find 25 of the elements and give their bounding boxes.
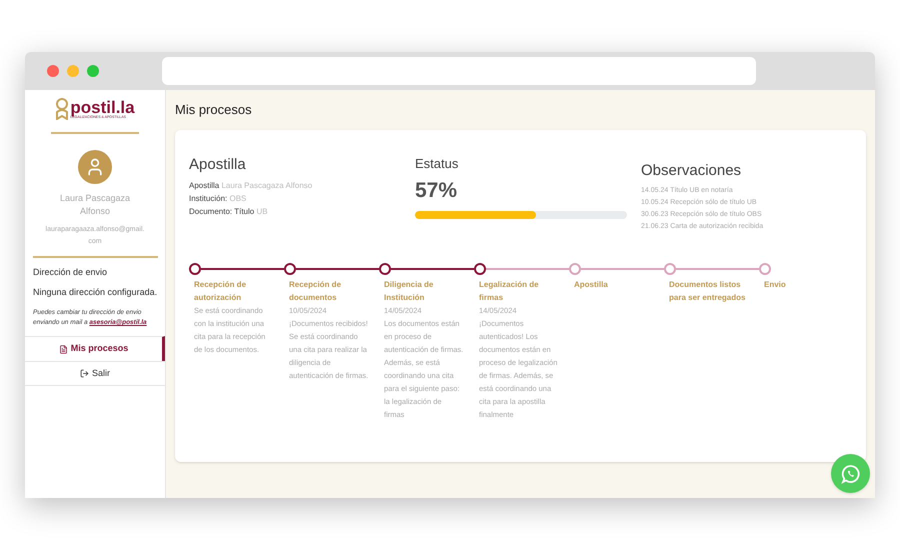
step-title: Diligencia de Institución [384, 279, 434, 304]
step-title: Envio [764, 279, 787, 291]
step-title: Legalización de firmas [479, 279, 540, 304]
chat-bubble-icon [840, 464, 860, 484]
address-label: Dirección de envio [33, 266, 108, 279]
logo-icon [55, 98, 70, 120]
status-percent: 57% [415, 178, 458, 204]
status-label: Estatus [415, 154, 460, 172]
page-title: Mis procesos [175, 101, 253, 119]
address-bar[interactable] [162, 57, 756, 85]
address-value: Ninguna dirección configurada. [33, 286, 157, 299]
user-name: Laura Pascagaza Alfonso [58, 192, 132, 218]
observations-title: Observaciones [641, 160, 742, 180]
logo-name: postil.la [70, 98, 135, 116]
step-title: Apostilla [574, 279, 609, 291]
step-title: Recepción de autorización [194, 279, 248, 304]
process-title: Apostilla [189, 154, 247, 174]
nav-item[interactable]: Salir [25, 361, 165, 386]
process-detail: Institución: OBS [189, 193, 248, 205]
process-detail: Apostilla Laura Pascagaza Alfonso [189, 180, 314, 192]
document-icon [58, 344, 68, 354]
step-title: Recepción de documentos [289, 279, 342, 304]
step-title: Documentos listos para ser entregados [669, 279, 746, 304]
process-detail: Documento: Título UB [189, 206, 269, 218]
exit-icon [80, 369, 89, 378]
